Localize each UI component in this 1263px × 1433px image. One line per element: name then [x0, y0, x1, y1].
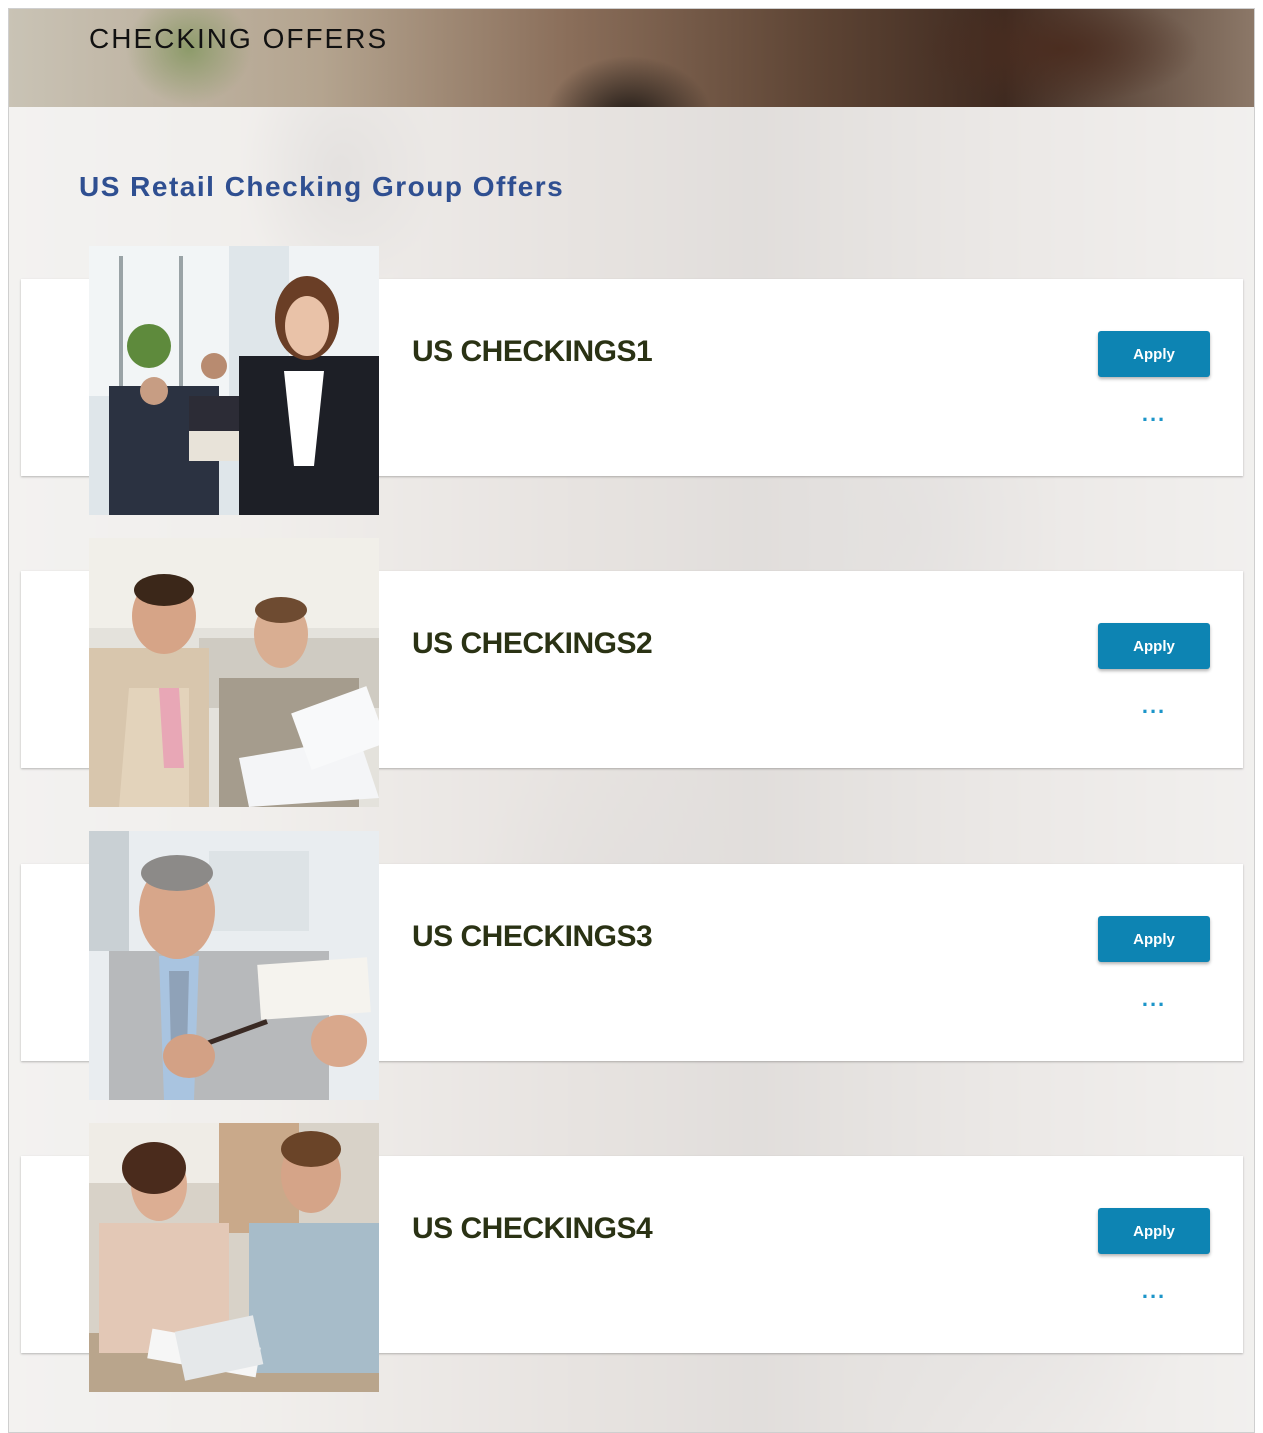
apply-button[interactable]: Apply [1098, 916, 1210, 962]
apply-button[interactable]: Apply [1098, 331, 1210, 377]
group-heading: US Retail Checking Group Offers [79, 171, 565, 202]
apply-button[interactable]: Apply [1098, 623, 1210, 669]
more-options-icon[interactable]: ... [1133, 1280, 1175, 1302]
offer-name: US CHECKINGS4 [412, 1212, 653, 1245]
offer-name: US CHECKINGS2 [412, 627, 653, 660]
page-title: CHECKING OFFERS [89, 23, 389, 54]
more-options-icon[interactable]: ... [1133, 403, 1175, 425]
page: CHECKING OFFERS US Retail Checking Group… [0, 0, 1263, 1433]
offer-image [89, 1123, 379, 1392]
offer-name: US CHECKINGS3 [412, 920, 653, 953]
more-options-icon[interactable]: ... [1133, 695, 1175, 717]
offer-name: US CHECKINGS1 [412, 335, 653, 368]
offer-image [89, 246, 379, 515]
offers-frame: CHECKING OFFERS US Retail Checking Group… [8, 8, 1255, 1433]
apply-button[interactable]: Apply [1098, 1208, 1210, 1254]
offer-image [89, 538, 379, 807]
offer-image [89, 831, 379, 1100]
more-options-icon[interactable]: ... [1133, 988, 1175, 1010]
